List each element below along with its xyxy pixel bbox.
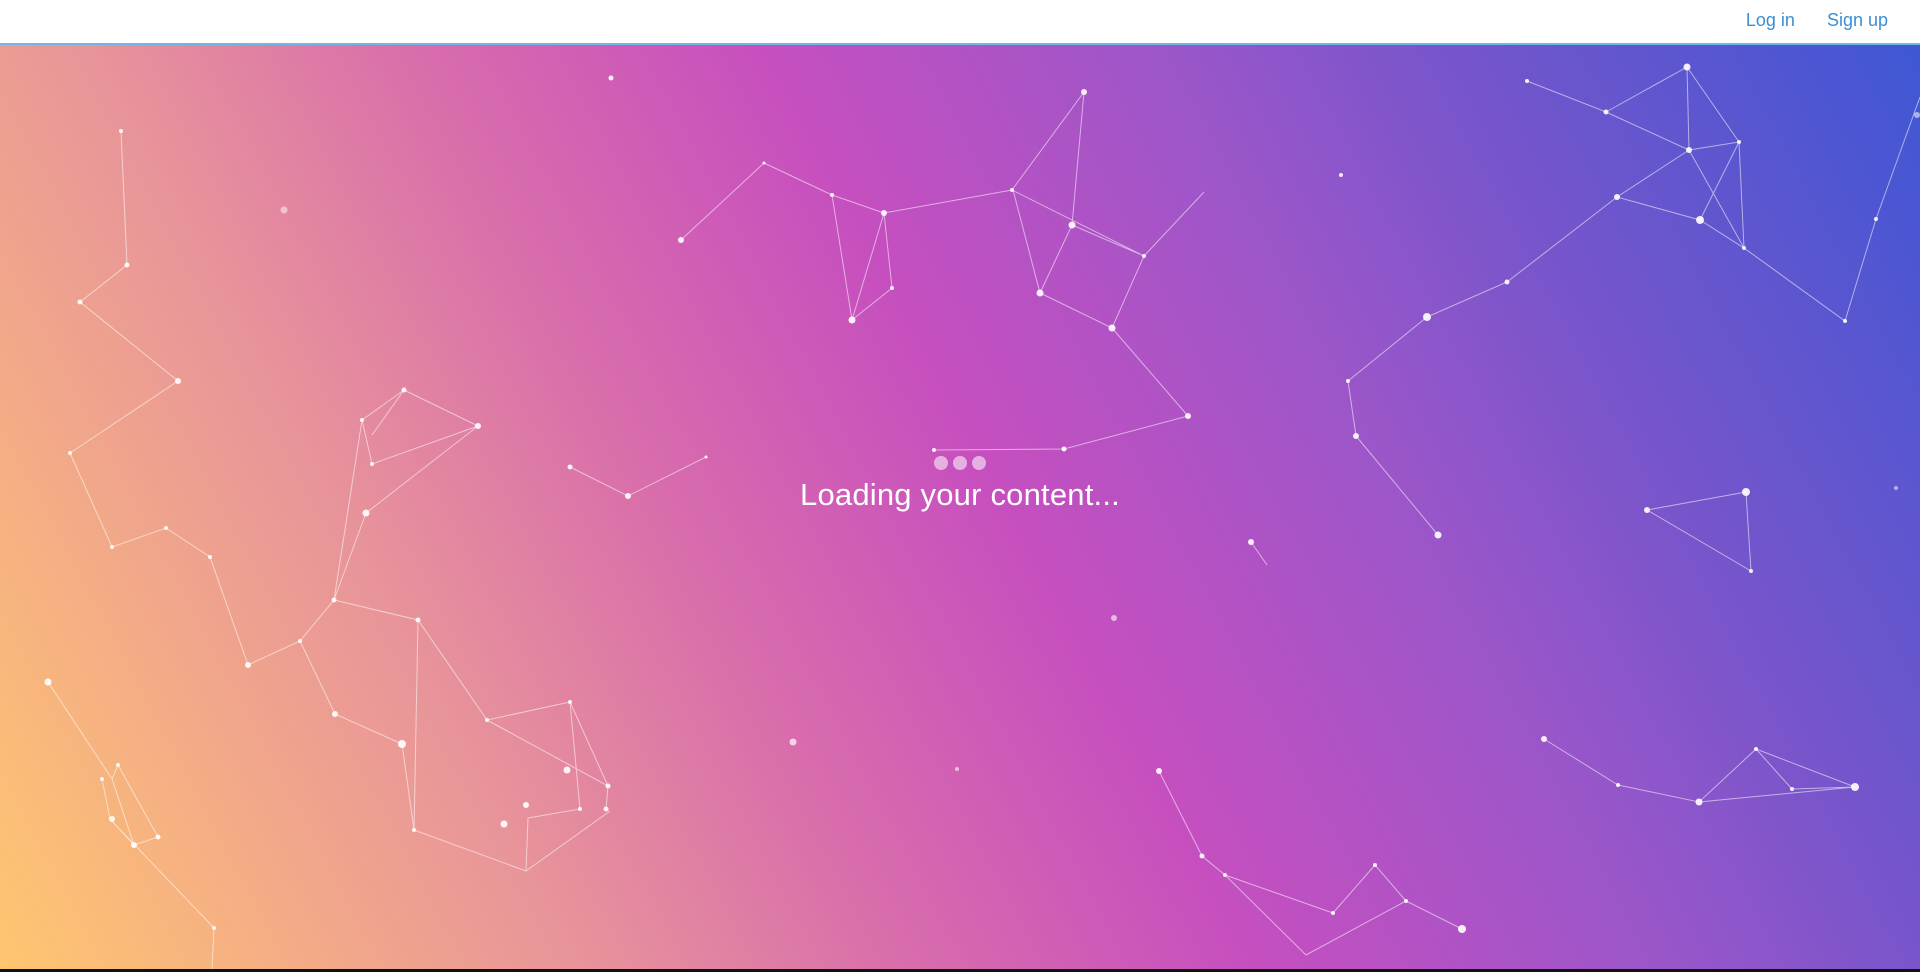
nav-links: Log in Sign up xyxy=(1746,0,1888,40)
loading-dot xyxy=(953,456,967,470)
loading-dot xyxy=(934,456,948,470)
loading-dot xyxy=(972,456,986,470)
loading-indicator: Loading your content... xyxy=(0,455,1920,513)
top-nav-bar: Log in Sign up xyxy=(0,0,1920,45)
login-link[interactable]: Log in xyxy=(1746,10,1795,31)
loading-message: Loading your content... xyxy=(800,477,1120,512)
loading-dots-icon xyxy=(934,455,986,471)
hero-background: Loading your content... xyxy=(0,45,1920,969)
signup-link[interactable]: Sign up xyxy=(1827,10,1888,31)
